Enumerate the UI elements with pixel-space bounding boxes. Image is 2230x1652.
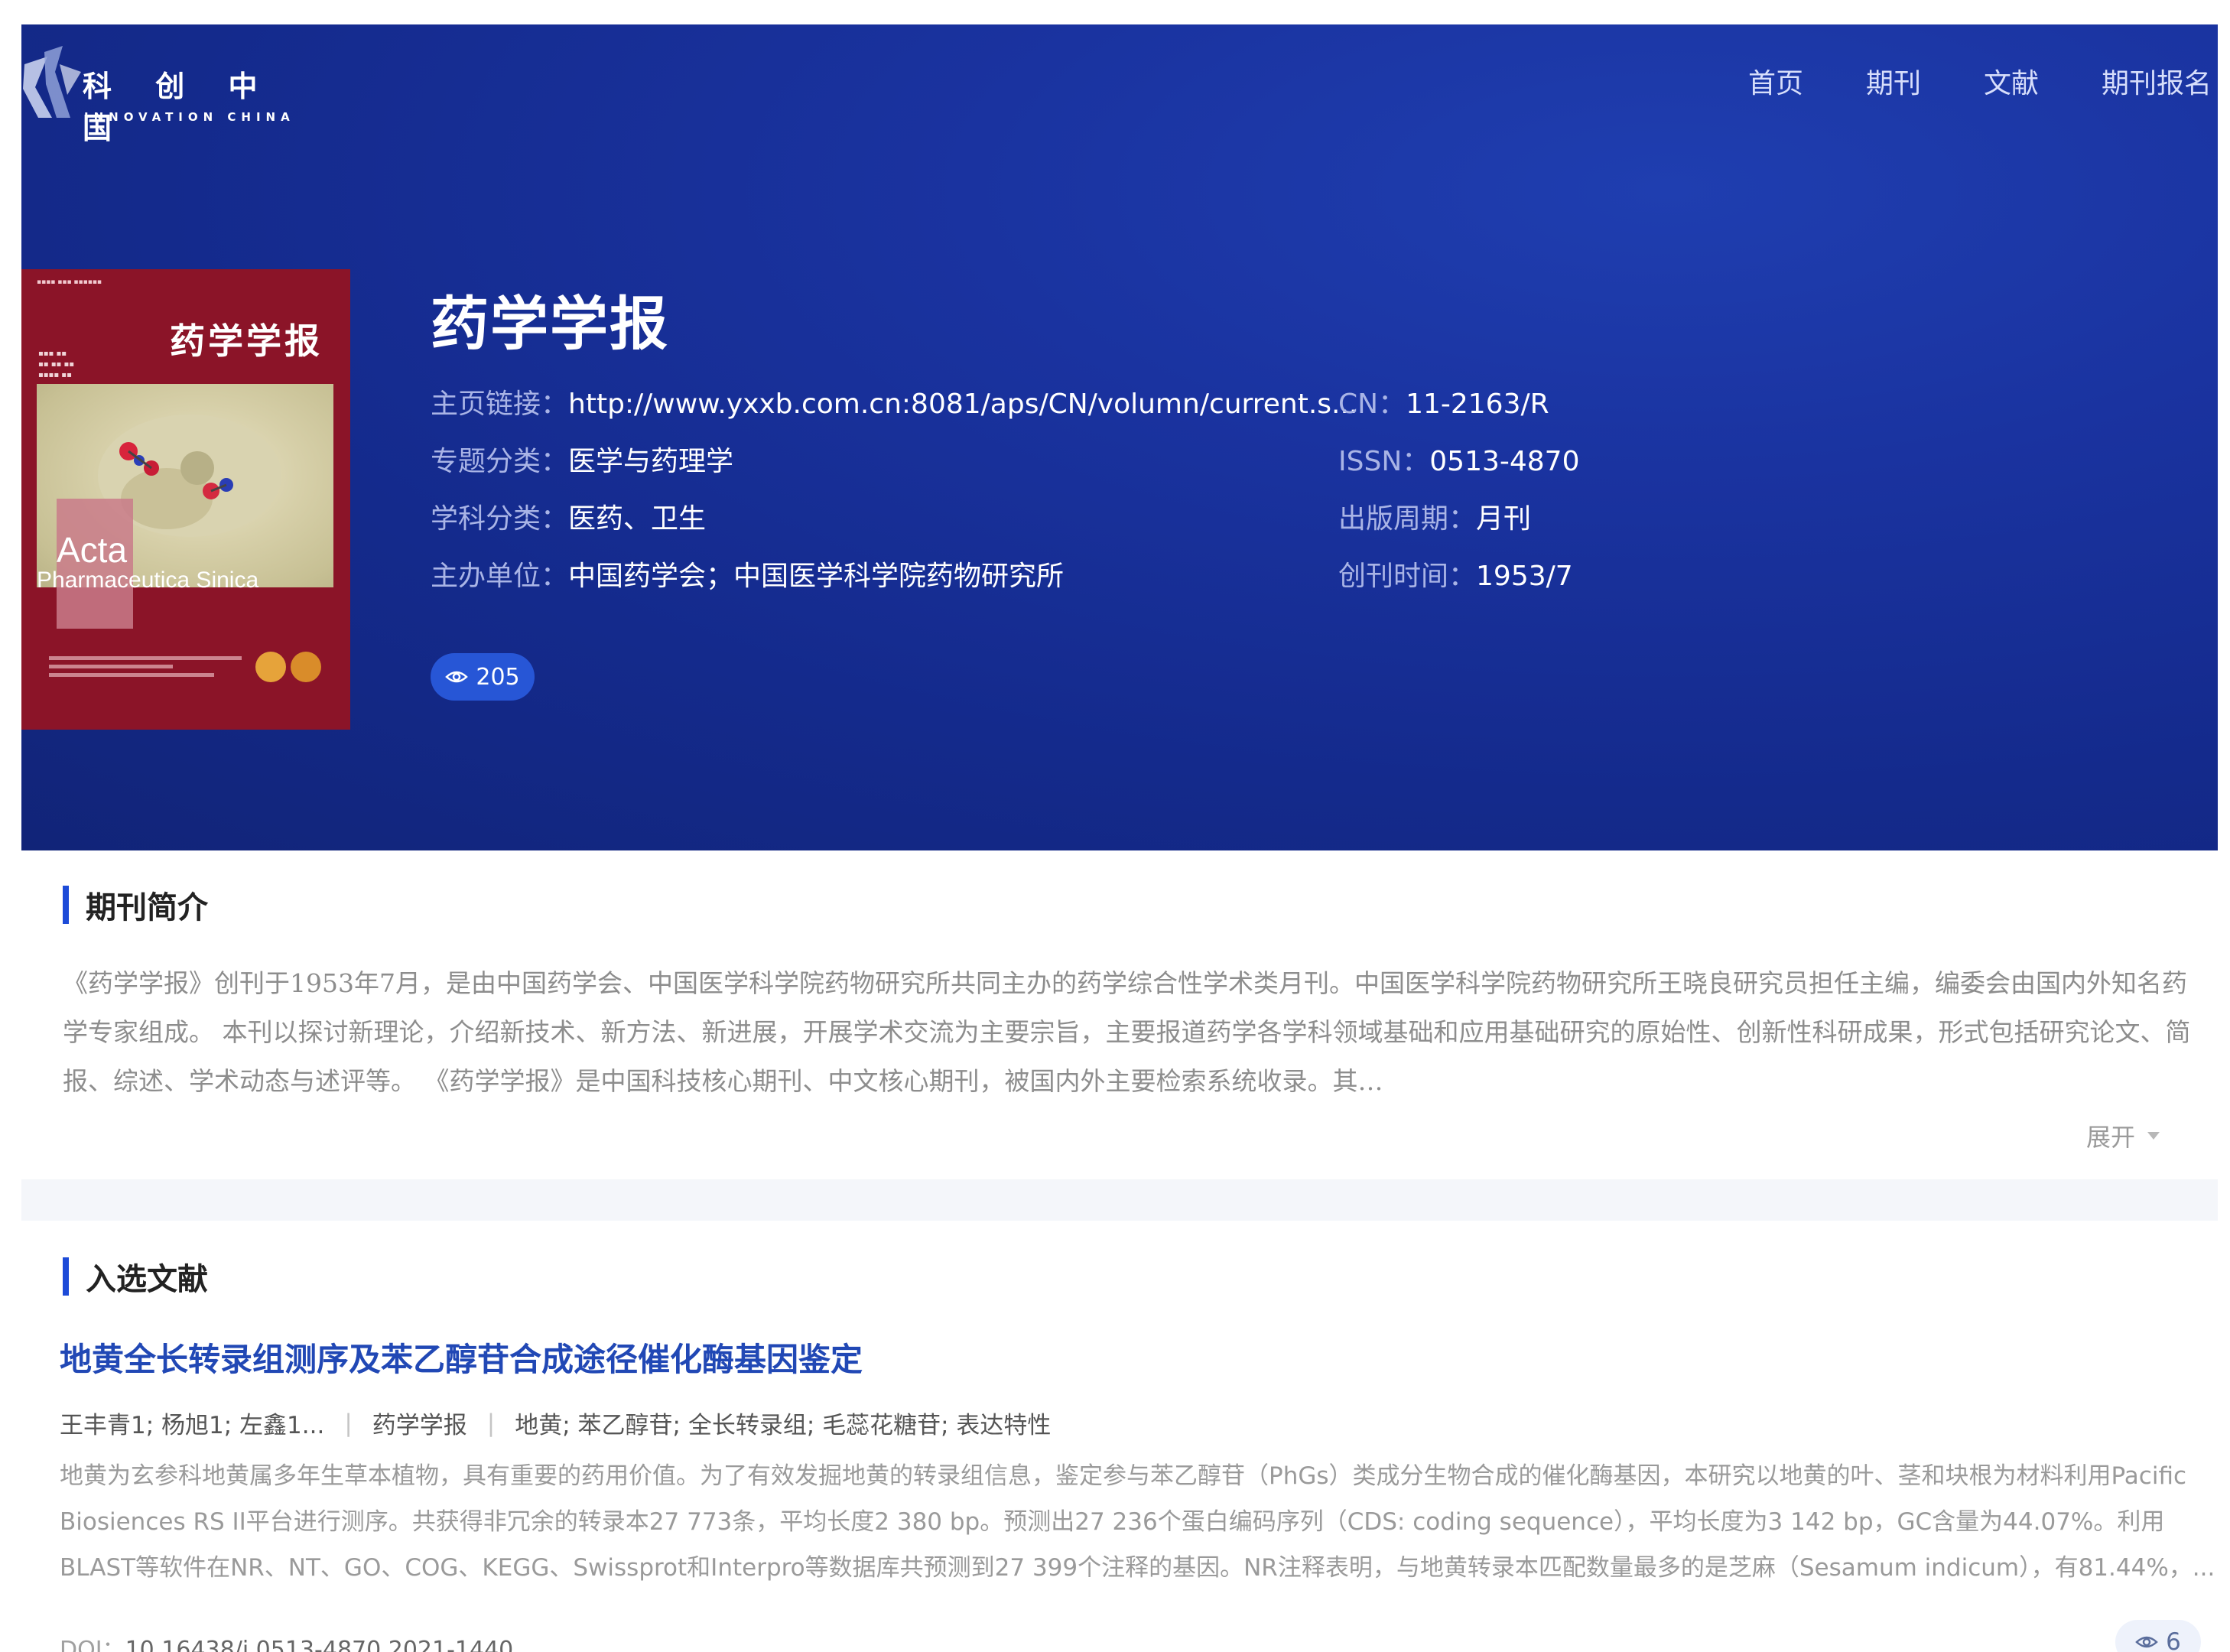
main-nav: 首页 期刊 文献 期刊报名 — [1748, 61, 2218, 107]
selected-title: 入选文献 — [86, 1262, 208, 1297]
info-label: ISSN： — [1338, 446, 1430, 477]
doi-label: DOI： — [60, 1637, 125, 1652]
homepage-link[interactable]: http://www.yxxb.com.cn:8081/aps/CN/volum… — [568, 389, 1357, 420]
info-value: 0513-4870 — [1429, 446, 1580, 477]
intro-heading: 期刊简介 — [63, 883, 208, 927]
info-value: 1953/7 — [1476, 561, 1573, 592]
info-label: CN： — [1338, 389, 1406, 420]
nav-home[interactable]: 首页 — [1748, 61, 1803, 107]
article-abstract: 地黄为玄参科地黄属多年生草本植物，具有重要的药用价值。为了有效发掘地黄的转录组信… — [60, 1462, 2215, 1582]
journal-views-badge: 205 — [431, 653, 535, 701]
info-issn: ISSN：0513-4870 — [1338, 439, 1580, 479]
info-sponsor: 主办单位：中国药学会；中国医学科学院药物研究所 — [431, 554, 1064, 593]
logo-chinese-text: 科 创 中 国 — [83, 69, 275, 145]
intro-title: 期刊简介 — [86, 890, 208, 925]
eye-icon — [2135, 1636, 2158, 1648]
info-value: 医药、卫生 — [568, 503, 707, 535]
info-label: 学科分类： — [431, 503, 569, 535]
section-accent-bar — [63, 886, 69, 924]
logo-mark-icon — [23, 46, 81, 118]
info-subject: 学科分类：医药、卫生 — [431, 496, 706, 536]
article-title-link[interactable]: 地黄全长转录组测序及苯乙醇苷合成途径催化酶基因鉴定 — [60, 1334, 863, 1380]
meta-separator: | — [344, 1409, 353, 1437]
journal-title: 药学学报 — [431, 290, 669, 358]
caret-down-icon — [2147, 1132, 2160, 1140]
expand-label: 展开 — [2086, 1123, 2136, 1152]
cover-issn-line: ▪▪▪▪ ▪▪▪ ▪▪▪▪▪▪ — [37, 278, 102, 286]
meta-separator: | — [486, 1409, 496, 1437]
site-logo[interactable]: 科 创 中 国 INNOVATION CHINA — [21, 41, 297, 145]
intro-text: 《药学学报》创刊于1953年7月，是由中国药学会、中国医学科学院药物研究所共同主… — [63, 968, 2191, 1096]
info-value: 中国药学会；中国医学科学院药物研究所 — [568, 561, 1065, 592]
journal-cover-image: ▪▪▪▪ ▪▪▪ ▪▪▪▪▪▪ 药学学报 ▪▪▪ ▪▪ ▪▪ ▪▪ ▪▪ ▪▪▪▪ … — [21, 269, 350, 730]
info-label: 创刊时间： — [1338, 561, 1477, 592]
info-value: 11-2163/R — [1406, 389, 1549, 420]
logo-english-text: INNOVATION CHINA — [84, 110, 295, 124]
info-label: 主办单位： — [431, 561, 569, 592]
info-value: 月刊 — [1476, 503, 1532, 535]
journal-hero: 科 创 中 国 INNOVATION CHINA 首页 期刊 文献 期刊报名 ▪… — [21, 24, 2218, 850]
expand-button[interactable]: 展开 — [2086, 1118, 2161, 1153]
nav-literature[interactable]: 文献 — [1984, 61, 2039, 107]
cover-latin-subtitle: Pharmaceutica Sinica — [37, 567, 259, 593]
page: 科 创 中 国 INNOVATION CHINA 首页 期刊 文献 期刊报名 ▪… — [21, 24, 2218, 1652]
nav-journals[interactable]: 期刊 — [1866, 61, 1921, 107]
info-founded: 创刊时间：1953/7 — [1338, 554, 1573, 593]
article-authors: 王丰青1; 杨旭1; 左鑫1... — [60, 1412, 325, 1439]
cover-seal-icon — [255, 652, 286, 682]
cover-volume-info: ▪▪▪ ▪▪ ▪▪ ▪▪ ▪▪ ▪▪▪▪ ▪▪ — [38, 350, 75, 379]
cover-seal-icon — [291, 652, 321, 682]
cover-title: 药学学报 — [170, 320, 323, 362]
nav-journal-signup[interactable]: 期刊报名 — [2102, 61, 2212, 107]
info-label: 出版周期： — [1338, 503, 1477, 535]
info-homepage: 主页链接：http://www.yxxb.com.cn:8081/aps/CN/… — [431, 382, 1357, 421]
cover-latin-title: Acta — [57, 530, 128, 570]
info-value: 医学与药理学 — [568, 446, 734, 477]
cover-footer — [49, 652, 324, 713]
article-doi: DOI：10.16438/j.0513-4870.2021-1440 — [60, 1631, 513, 1652]
doi-value: 10.16438/j.0513-4870.2021-1440 — [125, 1637, 514, 1652]
info-topic: 专题分类：医学与药理学 — [431, 439, 733, 479]
article-views-badge: 6 — [2115, 1620, 2201, 1652]
info-label: 主页链接： — [431, 389, 569, 420]
article-keywords: 地黄; 苯乙醇苷; 全长转录组; 毛蕊花糖苷; 表达特性 — [515, 1412, 1052, 1439]
info-label: 专题分类： — [431, 446, 569, 477]
section-accent-bar — [63, 1257, 69, 1296]
article-meta: 王丰青1; 杨旭1; 左鑫1... | 药学学报 | 地黄; 苯乙醇苷; 全长转… — [60, 1406, 1051, 1440]
info-frequency: 出版周期：月刊 — [1338, 496, 1531, 536]
article-views-count: 6 — [2166, 1628, 2181, 1652]
article-journal: 药学学报 — [372, 1412, 467, 1439]
journal-views-count: 205 — [476, 663, 520, 691]
selected-heading: 入选文献 — [63, 1254, 208, 1299]
info-cn: CN：11-2163/R — [1338, 382, 1549, 421]
section-divider — [21, 1179, 2218, 1221]
eye-icon — [445, 671, 469, 683]
